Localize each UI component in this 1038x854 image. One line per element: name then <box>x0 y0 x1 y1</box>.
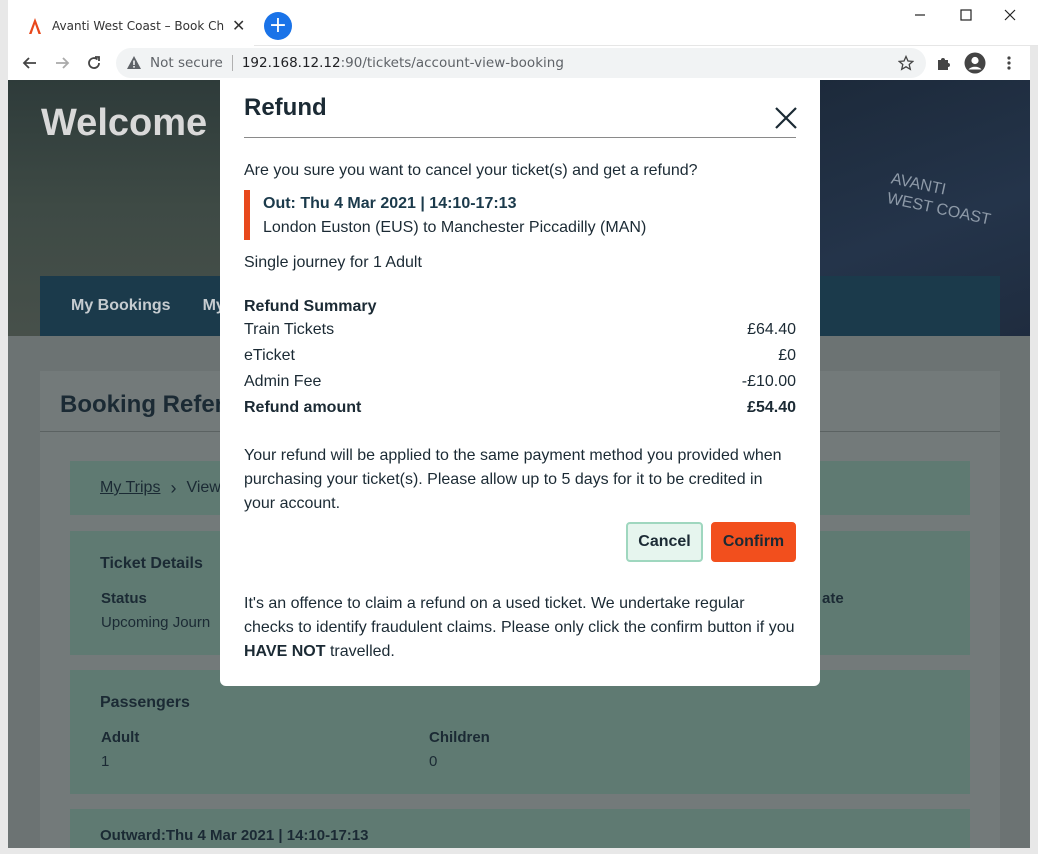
summary-row: Train Tickets £64.40 <box>244 321 796 343</box>
confirm-question: Are you sure you want to cancel your tic… <box>244 162 698 179</box>
adult-value: 1 <box>101 753 110 770</box>
new-tab-button[interactable]: + <box>264 12 292 40</box>
close-icon <box>1004 9 1016 21</box>
passengers-heading: Passengers <box>100 694 190 711</box>
divider <box>231 55 233 71</box>
summary-value: £64.40 <box>747 321 796 338</box>
ticket-details-heading: Ticket Details <box>100 555 203 572</box>
status-value: Upcoming Journ <box>101 614 211 631</box>
summary-value: £0 <box>778 347 796 364</box>
browser-titlebar: Avanti West Coast – Book Cheap Train Tic… <box>0 0 1038 46</box>
avanti-logo-icon <box>29 18 41 34</box>
close-icon[interactable] <box>774 106 798 130</box>
window-border <box>0 0 8 854</box>
address-bar-row: Not secure 192.168.12.12 :90/tickets/acc… <box>0 46 1038 80</box>
address-bar[interactable]: Not secure 192.168.12.12 :90/tickets/acc… <box>116 48 926 78</box>
summary-label: Admin Fee <box>244 373 322 390</box>
summary-value: -£10.00 <box>741 373 796 390</box>
maximize-icon <box>960 9 972 21</box>
minimize-icon <box>915 14 925 16</box>
welcome-heading: Welcome <box>41 102 208 144</box>
url-host: 192.168.12.12 <box>241 55 341 71</box>
profile-button[interactable] <box>964 52 986 74</box>
breadcrumb-current: View <box>186 479 221 496</box>
summary-row: eTicket £0 <box>244 347 796 369</box>
booking-heading: Booking Refere <box>60 391 238 418</box>
summary-label: Refund amount <box>244 399 362 416</box>
arrow-left-icon <box>22 57 36 69</box>
tab-close-icon[interactable]: ✕ <box>232 16 245 35</box>
breadcrumb-link-my-trips[interactable]: My Trips <box>100 479 160 497</box>
window-border <box>0 848 1038 854</box>
refund-note: Your refund will be applied to the same … <box>244 447 782 512</box>
minimize-button[interactable] <box>900 4 940 26</box>
journey-type: Single journey for 1 Adult <box>244 254 422 271</box>
summary-label: eTicket <box>244 347 295 364</box>
avatar-icon <box>964 52 986 74</box>
summary-row: Admin Fee -£10.00 <box>244 373 796 395</box>
outbound-line: Out: Thu 4 Mar 2021 | 14:10-17:13 <box>263 195 517 212</box>
adult-label: Adult <box>101 729 140 746</box>
summary-value: £54.40 <box>747 399 796 416</box>
cancel-button[interactable]: Cancel <box>626 522 703 562</box>
children-label: Children <box>429 729 490 746</box>
arrow-right-icon <box>56 57 70 69</box>
window-close-button[interactable] <box>990 4 1030 26</box>
menu-button[interactable] <box>998 52 1020 74</box>
status-label: Status <box>101 590 147 607</box>
warning-text-end: travelled. <box>329 643 395 660</box>
forward-button[interactable] <box>49 50 75 76</box>
children-value: 0 <box>429 753 438 770</box>
reload-button[interactable] <box>81 50 107 76</box>
extensions-button[interactable] <box>932 52 954 74</box>
tab-title: Avanti West Coast – Book Cheap Train Tic… <box>52 19 224 33</box>
star-icon[interactable] <box>898 55 914 71</box>
journey-summary: Out: Thu 4 Mar 2021 | 14:10-17:13 London… <box>244 190 796 240</box>
more-vert-icon <box>1007 56 1011 70</box>
warning-emphasis: HAVE NOT <box>244 643 326 660</box>
refund-summary-heading: Refund Summary <box>244 298 377 315</box>
refund-modal: Refund Are you sure you want to cancel y… <box>220 80 820 686</box>
maximize-button[interactable] <box>946 4 986 26</box>
window-border <box>1030 46 1038 854</box>
warning-icon <box>127 56 141 69</box>
passengers-panel: Passengers Adult 1 Children 0 <box>70 670 970 794</box>
chevron-right-icon: › <box>170 477 177 498</box>
route-line: London Euston (EUS) to Manchester Piccad… <box>263 219 647 236</box>
puzzle-icon <box>938 58 950 70</box>
summary-total-row: Refund amount £54.40 <box>244 399 796 421</box>
back-button[interactable] <box>17 50 43 76</box>
confirm-button[interactable]: Confirm <box>711 522 796 562</box>
url-path: :90/tickets/account-view-booking <box>340 55 564 71</box>
browser-tab[interactable]: Avanti West Coast – Book Cheap Train Tic… <box>8 6 254 46</box>
outward-panel: Outward:Thu 4 Mar 2021 | 14:10-17:13 <box>70 809 970 848</box>
modal-title: Refund <box>244 94 327 121</box>
summary-label: Train Tickets <box>244 321 335 338</box>
nav-my-bookings[interactable]: My Bookings <box>71 297 171 315</box>
divider <box>244 137 796 138</box>
fraud-warning: It's an offence to claim a refund on a u… <box>244 592 796 664</box>
security-label: Not secure <box>150 55 223 71</box>
right-field-label: ate <box>822 590 844 607</box>
warning-text: It's an offence to claim a refund on a u… <box>244 595 795 636</box>
outward-heading: Outward:Thu 4 Mar 2021 | 14:10-17:13 <box>100 827 369 844</box>
reload-icon <box>88 56 100 69</box>
